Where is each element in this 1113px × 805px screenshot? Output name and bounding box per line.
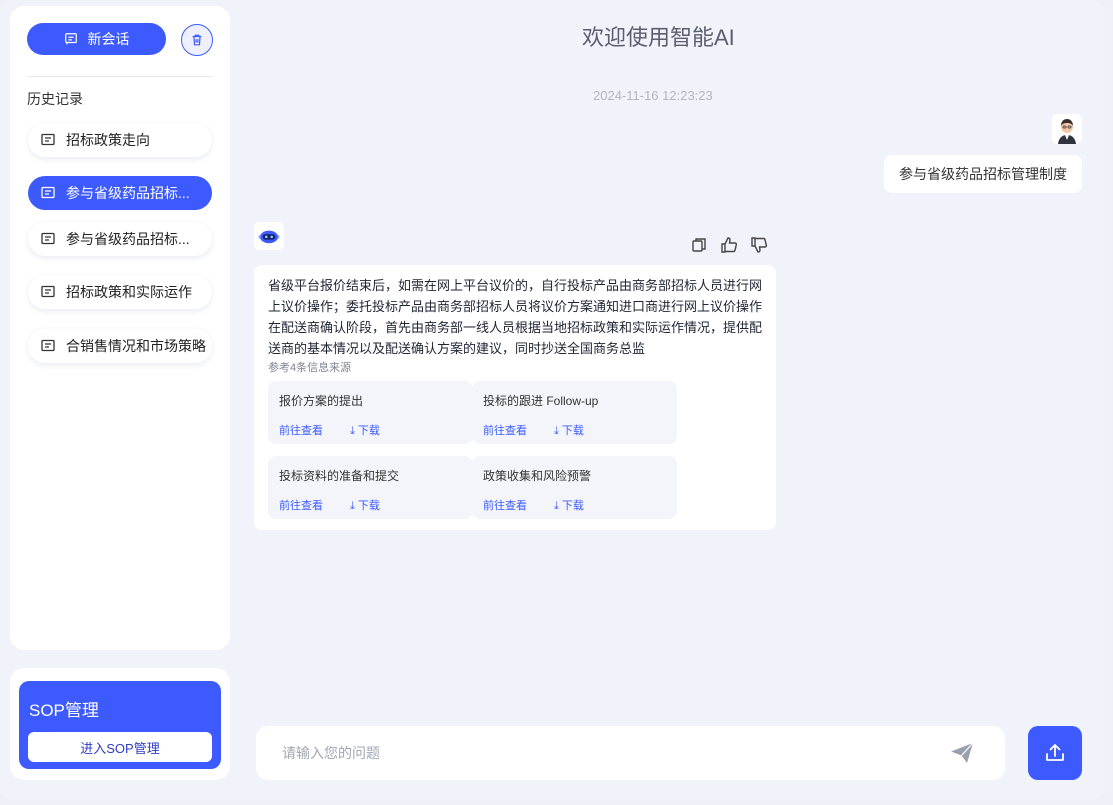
sop-card: SOP管理 进入SOP管理 [10,668,230,780]
chat-input-box [256,726,1005,780]
reference-card: 投标的跟进 Follow-up 前往查看 ⤓ 下载 [472,381,677,444]
sop-title: SOP管理 [29,701,99,720]
history-item[interactable]: 招标政策和实际运作 [28,275,212,309]
history-item-label: 招标政策走向 [66,132,150,148]
reference-title: 投标的跟进 Follow-up [483,394,599,408]
page-title: 欢迎使用智能AI [582,25,735,50]
user-message: 参与省级药品招标管理制度 [884,155,1082,193]
message-timestamp: 2024-11-16 12:23:23 [593,88,713,103]
view-link[interactable]: 前往查看 [483,422,527,438]
bot-avatar [254,222,284,250]
sop-panel: SOP管理 进入SOP管理 [19,681,221,769]
reference-card: 政策收集和风险预警 前往查看 ⤓ 下载 [472,456,677,519]
thumbs-down-icon[interactable] [750,236,768,254]
history-title: 历史记录 [27,91,83,107]
bot-answer-card: 省级平台报价结束后，如需在网上平台议价的，自行投标产品由商务部招标人员进行网上议… [254,265,776,530]
upload-button[interactable] [1028,726,1082,780]
new-chat-button[interactable]: 新会话 [27,23,166,55]
history-item-label: 招标政策和实际运作 [66,284,192,300]
robot-icon [258,230,280,244]
history-item[interactable]: 招标政策走向 [28,123,212,157]
history-item-label: 参与省级药品招标... [66,231,190,247]
new-chat-label: 新会话 [87,31,130,47]
view-link[interactable]: 前往查看 [483,497,527,513]
history-item[interactable]: 合销售情况和市场策略 [28,329,212,363]
history-item-label: 参与省级药品招标... [66,185,190,201]
download-link[interactable]: ⤓ 下载 [350,422,380,438]
trash-icon [192,34,202,46]
sidebar: 新会话 历史记录 招标政策走向 参与省级药品招标... 参与省级药品招标... … [10,6,230,650]
view-link[interactable]: 前往查看 [279,497,323,513]
view-link[interactable]: 前往查看 [279,422,323,438]
history-item-label: 合销售情况和市场策略 [66,338,206,354]
chat-icon [41,285,55,298]
delete-history-button[interactable] [181,24,213,56]
upload-icon [1046,744,1064,761]
reference-title: 投标资料的准备和提交 [279,469,400,483]
user-avatar [1052,114,1082,144]
download-link[interactable]: ⤓ 下载 [554,497,584,513]
reference-title: 报价方案的提出 [279,394,364,408]
history-item-active[interactable]: 参与省级药品招标... [28,176,212,210]
download-link[interactable]: ⤓ 下载 [554,422,584,438]
send-icon[interactable] [950,742,974,764]
download-label: 下载 [561,500,584,512]
chat-icon [41,186,55,199]
chat-icon [64,33,77,45]
question-input[interactable] [282,743,902,763]
chat-icon [41,133,55,146]
reference-title: 政策收集和风险预警 [483,469,592,483]
download-label: 下载 [357,500,380,512]
reference-card: 报价方案的提出 前往查看 ⤓ 下载 [268,381,473,444]
reference-card: 投标资料的准备和提交 前往查看 ⤓ 下载 [268,456,473,519]
chat-icon [41,339,55,352]
download-link[interactable]: ⤓ 下载 [350,497,380,513]
history-item[interactable]: 参与省级药品招标... [28,222,212,256]
reference-count: 参考4条信息来源 [268,362,352,374]
message-actions [690,236,768,254]
divider [27,76,213,77]
thumbs-up-icon[interactable] [720,236,738,254]
enter-sop-button[interactable]: 进入SOP管理 [28,732,212,762]
download-label: 下载 [357,425,380,437]
download-label: 下载 [561,425,584,437]
chat-icon [41,232,55,245]
copy-icon[interactable] [690,236,708,254]
bot-answer-text: 省级平台报价结束后，如需在网上平台议价的，自行投标产品由商务部招标人员进行网上议… [268,278,763,356]
